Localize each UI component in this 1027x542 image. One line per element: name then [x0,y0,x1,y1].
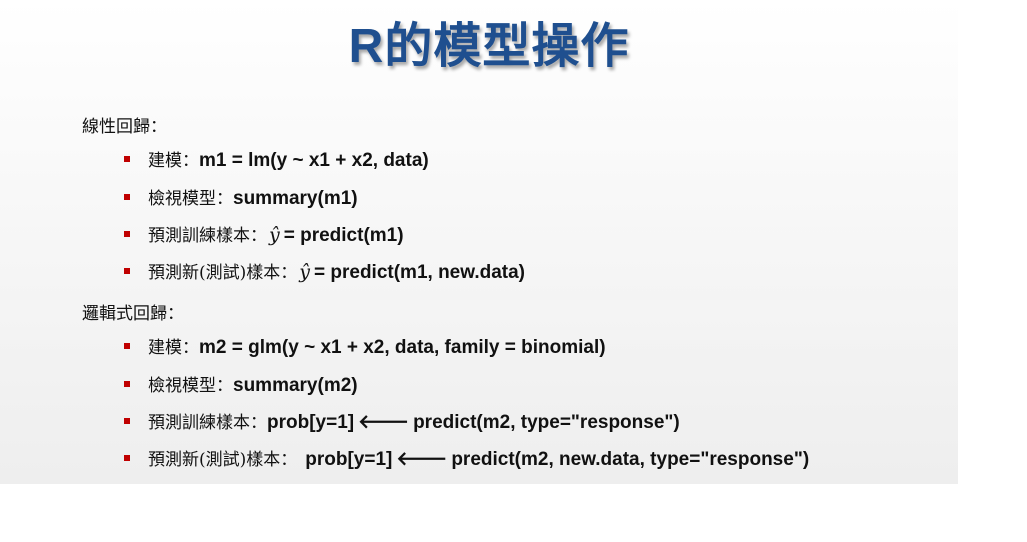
item-code: prob[y=1] [305,449,393,470]
section-heading-linear: 線性回歸： [82,117,167,137]
bullet-icon [124,417,130,424]
item-label: 預測新(測試)樣本： [148,450,298,470]
list-item: 建模：m2 = glm(y ~ x1 + x2, data, family = … [124,334,606,360]
item-code: m1 = lm(y ~ x1 + x2, data) [199,150,429,171]
list-item: 檢視模型：summary(m2) [124,372,358,398]
slide-title: R的模型操作 [348,20,630,73]
arrow-left-icon: 🡐 [358,411,410,433]
item-label: 預測新(測試)樣本： [148,263,298,283]
item-code: m2 = glm(y ~ x1 + x2, data, family = bin… [199,337,606,358]
item-code-rhs: predict(m2, new.data, type="response") [451,449,810,470]
section-heading-logistic: 邏輯式回歸： [82,304,184,324]
list-item: 預測訓練樣本： ŷ = predict(m1) [124,222,404,248]
bullet-icon [124,193,130,200]
y-hat-symbol: ŷ [299,261,310,283]
item-label: 建模： [148,338,199,358]
item-code-rhs: predict(m2, type="response") [413,412,680,433]
item-code: prob[y=1] [267,412,355,433]
bullet-icon [124,267,130,274]
list-item: 建模：m1 = lm(y ~ x1 + x2, data) [124,147,429,173]
item-label: 檢視模型： [148,189,233,209]
bullet-icon [124,454,130,461]
bullet-icon [124,155,130,162]
item-label: 建模： [148,151,199,171]
item-code: summary(m1) [233,188,358,209]
bullet-icon [124,342,130,349]
list-item: 檢視模型：summary(m1) [124,185,358,211]
item-code: = predict(m1, new.data) [314,262,525,283]
bullet-icon [124,230,130,237]
item-code: = predict(m1) [283,225,404,246]
item-label: 檢視模型： [148,376,233,396]
list-item: 預測新(測試)樣本： ŷ = predict(m1, new.data) [124,259,525,285]
arrow-left-icon: 🡐 [396,448,448,470]
list-item: 預測訓練樣本：prob[y=1] 🡐 predict(m2, type="respo… [124,409,680,435]
item-label: 預測訓練樣本： [148,413,267,433]
y-hat-symbol: ŷ [269,224,280,246]
bullet-icon [124,380,130,387]
slide: R的模型操作 線性回歸： 建模：m1 = lm(y ~ x1 + x2, dat… [0,0,958,484]
item-code: summary(m2) [233,375,358,396]
list-item: 預測新(測試)樣本： prob[y=1] 🡐 predict(m2, new.data… [124,446,809,472]
item-label: 預測訓練樣本： [148,226,267,246]
